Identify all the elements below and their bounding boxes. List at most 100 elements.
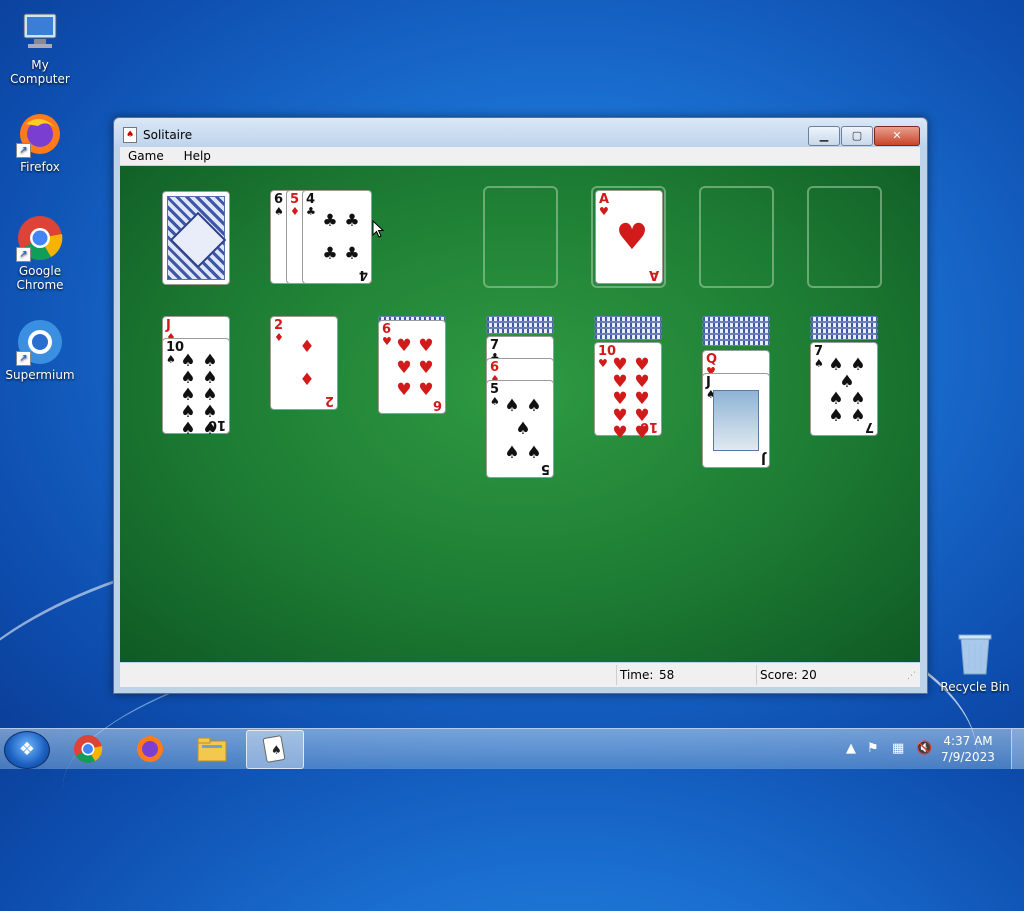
mouse-cursor-icon	[372, 220, 384, 238]
chrome-icon: ↗	[16, 214, 64, 262]
time-value: 58	[659, 668, 675, 682]
minimize-button[interactable]: ▁	[808, 126, 840, 146]
face-down-card	[810, 334, 878, 340]
chrome-icon	[74, 735, 103, 763]
foundation-slot-3[interactable]	[699, 186, 774, 288]
card-rank: 10	[207, 417, 226, 432]
spade-icon: ♠	[490, 395, 500, 408]
network-icon[interactable]: ▦	[892, 741, 904, 756]
tableau-card[interactable]: 10 ♥ ♥ ♥ ♥ ♥ ♥ ♥ ♥ ♥ ♥ ♥ 10	[594, 342, 662, 443]
heart-icon: ♥	[598, 357, 608, 370]
spade-icon: ♠	[274, 205, 284, 218]
computer-icon	[16, 8, 64, 56]
spade-icon: ♠	[814, 357, 824, 370]
shortcut-arrow-icon: ↗	[16, 247, 31, 262]
firefox-icon	[137, 736, 163, 762]
card-rank: 7	[864, 419, 874, 434]
face-down-card	[486, 328, 554, 334]
desktop-icon-label: My Computer	[10, 58, 70, 86]
jack-artwork	[713, 390, 759, 451]
card-pips: ♠ ♠ ♠ ♠ ♠ ♠ ♠ ♠ ♠ ♠	[180, 351, 218, 439]
card-pips: ♥ ♥ ♥ ♥ ♥ ♥	[396, 335, 434, 400]
desktop-icon-chrome[interactable]: ↗ Google Chrome	[0, 214, 80, 292]
shortcut-arrow-icon: ↗	[16, 143, 31, 158]
card-rank: 5	[540, 461, 550, 476]
tableau-card[interactable]: 6 ♥ ♥ ♥ ♥ ♥ ♥ ♥ 6	[378, 320, 446, 414]
taskbar-firefox[interactable]	[122, 730, 178, 767]
firefox-icon: ↗	[16, 110, 64, 158]
card-rank: 2	[324, 393, 334, 408]
maximize-button[interactable]: ▢	[841, 126, 873, 146]
clock-date: 7/9/2023	[941, 750, 995, 764]
action-center-flag-icon[interactable]: ⚑	[867, 741, 879, 756]
card-rank: 4	[358, 267, 368, 282]
card-rank: J	[761, 451, 766, 466]
desktop-icon-label: Google Chrome	[16, 264, 64, 292]
solitaire-app-icon: ♠	[123, 127, 137, 143]
game-board: 6 ♠ 5 ♦ 4 ♣ ♣♣♣♣ 4 A ♥ ♥ A J ♦	[120, 166, 920, 662]
heart-icon: ♥	[599, 205, 609, 218]
supermium-icon: ↗	[16, 318, 64, 366]
solitaire-icon: ♠	[262, 735, 286, 763]
desktop-icon-recycle-bin[interactable]: Recycle Bin	[935, 630, 1015, 694]
diamond-icon: ♦	[274, 331, 284, 344]
face-down-card	[594, 334, 662, 340]
status-separator	[756, 665, 757, 685]
resize-grip-icon[interactable]: ⋰	[907, 671, 916, 681]
taskbar-solitaire[interactable]: ♠	[246, 730, 304, 769]
face-down-card	[702, 340, 770, 346]
time-label: Time:	[620, 668, 654, 682]
card-rank: 10	[639, 419, 658, 434]
taskbar-clock[interactable]: 4:37 AM 7/9/2023	[938, 733, 998, 765]
card-pips: ♥	[615, 217, 649, 258]
foundation-slot-4[interactable]	[807, 186, 882, 288]
status-separator	[616, 665, 617, 685]
title-bar[interactable]: ♠ Solitaire ▁ ▢ ✕	[114, 118, 927, 146]
foundation-slot-2[interactable]: A ♥ ♥ A	[591, 186, 666, 288]
card-pips: ♣ ♣ ♣ ♣	[322, 211, 360, 264]
clock-time: 4:37 AM	[943, 734, 993, 748]
close-button[interactable]: ✕	[874, 126, 920, 146]
card-rank: 6	[432, 397, 442, 412]
desktop-icon-firefox[interactable]: ↗ Firefox	[0, 110, 80, 174]
heart-icon: ♥	[382, 335, 392, 348]
card-pips: ♦ ♦	[299, 337, 315, 390]
taskbar: ❖ ♠ ▲ ⚑ ▦ 🔇 4:37 AM 7/9/2023	[0, 728, 1024, 769]
tableau-card[interactable]: 7 ♠ ♠ ♠ ♠ ♠ ♠ ♠ ♠ 7	[810, 342, 878, 436]
card-pips: ♥ ♥ ♥ ♥ ♥ ♥ ♥ ♥ ♥ ♥	[612, 355, 650, 443]
show-desktop-button[interactable]	[1011, 729, 1024, 769]
solitaire-window: ♠ Solitaire ▁ ▢ ✕ Game Help 6 ♠ 5 ♦ 4 ♣ …	[113, 117, 928, 694]
foundation-card[interactable]: A ♥ ♥ A	[595, 190, 663, 284]
club-icon: ♣	[306, 205, 316, 218]
tableau-card[interactable]: 5 ♠ ♠ ♠ ♠ ♠ ♠ 5	[486, 380, 554, 478]
desktop-icon-label: Supermium	[5, 368, 75, 382]
desktop-icon-my-computer[interactable]: My Computer	[0, 8, 80, 86]
menu-help[interactable]: Help	[176, 147, 219, 163]
stock-pile[interactable]	[162, 191, 230, 285]
shortcut-arrow-icon: ↗	[16, 351, 31, 366]
file-explorer-icon	[197, 737, 227, 762]
desktop-icon-label: Firefox	[20, 160, 60, 174]
show-hidden-icons-icon[interactable]: ▲	[846, 741, 856, 756]
card-pips: ♠ ♠ ♠ ♠ ♠ ♠ ♠	[828, 355, 866, 426]
taskbar-file-explorer[interactable]	[184, 730, 240, 767]
tableau-card[interactable]: J ♠ J	[702, 373, 770, 468]
tableau-card[interactable]: 10 ♠ ♠ ♠ ♠ ♠ ♠ ♠ ♠ ♠ ♠ ♠ 10	[162, 338, 230, 439]
taskbar-chrome[interactable]	[60, 730, 116, 767]
recycle-bin-icon	[951, 630, 999, 678]
tableau-card[interactable]: 2 ♦ ♦ ♦ 2	[270, 316, 338, 410]
menu-game[interactable]: Game	[120, 147, 172, 163]
start-button[interactable]: ❖	[4, 731, 50, 769]
status-bar: Time: 58 Score: 20 ⋰	[120, 663, 920, 687]
waste-top-card[interactable]: 4 ♣ ♣ ♣ ♣ ♣ 4	[302, 190, 372, 284]
window-title: Solitaire	[143, 128, 193, 142]
card-pips: ♠ ♠ ♠ ♠ ♠	[504, 396, 542, 463]
desktop-icon-label: Recycle Bin	[940, 680, 1010, 694]
diamond-icon: ♦	[290, 205, 300, 218]
menu-bar: Game Help	[120, 147, 920, 166]
desktop-icon-supermium[interactable]: ↗ Supermium	[0, 318, 80, 382]
volume-muted-icon[interactable]: 🔇	[916, 741, 932, 756]
card-rank: A	[648, 267, 659, 282]
score-value: Score: 20	[760, 668, 817, 682]
foundation-slot-1[interactable]	[483, 186, 558, 288]
